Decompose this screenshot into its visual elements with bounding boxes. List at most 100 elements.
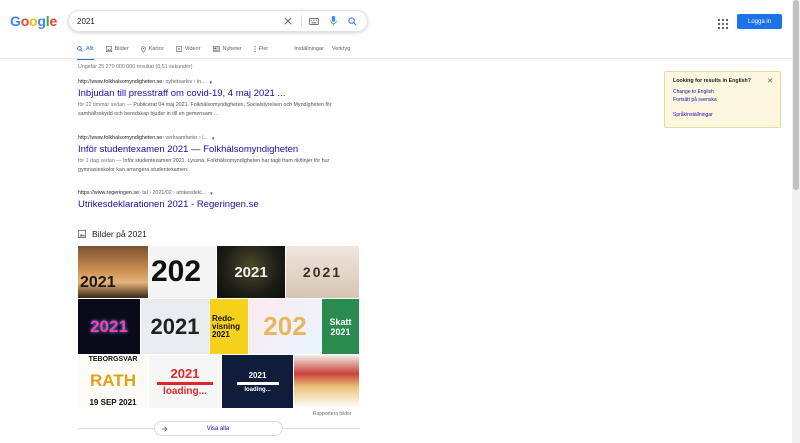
google-logo[interactable]: Google bbox=[10, 13, 57, 29]
image-text: RATH bbox=[90, 370, 136, 390]
image-text: 2021 bbox=[80, 274, 116, 291]
image-text: 2021 bbox=[170, 366, 200, 381]
image-thumbnail[interactable]: 2021 bbox=[286, 246, 359, 298]
image-grid: 2021 202 2021 2021 2021 2021 Redo-visnin… bbox=[78, 246, 359, 408]
keyboard-icon[interactable] bbox=[307, 14, 321, 28]
language-settings-link[interactable]: Språkinställningar bbox=[673, 112, 772, 118]
image-icon bbox=[105, 46, 112, 52]
tab-more[interactable]: Fler bbox=[254, 43, 268, 55]
result-url[interactable]: http://www.folkhalsomyndigheten.se › nyh… bbox=[78, 79, 378, 85]
image-text: Skatt 2021 bbox=[329, 316, 352, 337]
logo-letter: o bbox=[29, 13, 38, 29]
progress-bar bbox=[157, 382, 213, 385]
arrow-right-icon bbox=[161, 425, 168, 432]
image-thumbnail[interactable]: 202 bbox=[249, 299, 321, 354]
logo-letter: e bbox=[49, 13, 58, 29]
close-icon[interactable]: ✕ bbox=[767, 77, 773, 85]
show-all-label: Visa alla bbox=[206, 425, 230, 432]
search-icon[interactable] bbox=[345, 14, 359, 28]
image-thumbnail[interactable]: 2021 bbox=[141, 299, 209, 354]
image-text: 2021 bbox=[90, 316, 128, 336]
tools-label: Verktyg bbox=[331, 46, 351, 52]
search-tabs: Allt Bilder Kartor Videor Nyheter Fler I… bbox=[77, 43, 362, 60]
show-all-button[interactable]: Visa alla bbox=[154, 421, 283, 436]
result-title[interactable]: Inbjudan till presstraff om covid-19, 4 … bbox=[78, 88, 378, 99]
search-results-page: Google Logga in Allt Bilder bbox=[0, 0, 800, 443]
result-url[interactable]: http://www.folkhalsomyndigheten.se › ver… bbox=[78, 135, 378, 141]
image-thumbnail[interactable]: 2021 bbox=[78, 299, 140, 354]
language-suggestion-box: Looking for results in English? ✕ Change… bbox=[664, 71, 781, 128]
tab-news[interactable]: Nyheter bbox=[212, 43, 242, 55]
more-icon bbox=[254, 46, 256, 52]
image-thumbnail[interactable]: 202 bbox=[149, 246, 216, 298]
result-domain: http://www.folkhalsomyndigheten.se bbox=[78, 135, 163, 141]
images-heading-text: Bilder på 2021 bbox=[92, 229, 147, 239]
scrollbar[interactable] bbox=[792, 0, 800, 443]
clear-icon[interactable] bbox=[281, 14, 295, 28]
image-thumbnail[interactable]: 2021 loading... bbox=[149, 355, 221, 408]
result-path: › nyhetsarkiv › in... bbox=[162, 79, 206, 85]
tab-videos[interactable]: Videor bbox=[175, 43, 201, 55]
result-date: för 1 dag sedan — bbox=[78, 158, 124, 164]
caret-down-icon[interactable]: ▼ bbox=[209, 80, 213, 85]
apps-grid-icon[interactable] bbox=[718, 16, 728, 29]
image-thumbnail[interactable] bbox=[294, 355, 359, 408]
image-text: loading... bbox=[244, 386, 271, 393]
search-icon bbox=[77, 46, 83, 52]
image-thumbnail[interactable]: Skatt 2021 bbox=[322, 299, 359, 354]
image-thumbnail[interactable]: Redo-visning 2021 bbox=[210, 299, 248, 354]
login-button[interactable]: Logga in bbox=[737, 14, 782, 29]
result-snippet: för 22 timmar sedan — Publicerat 04 maj … bbox=[78, 101, 358, 118]
caret-down-icon[interactable]: ▼ bbox=[211, 136, 215, 141]
tab-label: Nyheter bbox=[222, 46, 242, 52]
image-text: 2021 bbox=[150, 313, 200, 339]
image-text: 202 bbox=[151, 255, 202, 288]
map-pin-icon bbox=[141, 45, 146, 53]
image-text: 2021 bbox=[234, 263, 268, 281]
image-text: 2021 bbox=[302, 264, 343, 280]
result-url[interactable]: https://www.regeringen.se › tal › 2021/0… bbox=[78, 190, 378, 196]
tab-label: Videor bbox=[184, 46, 201, 52]
change-to-english-link[interactable]: Change to English bbox=[673, 89, 772, 95]
tools-link[interactable]: Verktyg bbox=[332, 43, 350, 55]
image-text: loading... bbox=[163, 386, 207, 397]
image-thumbnail[interactable]: 2021 bbox=[217, 246, 285, 298]
tab-label: Bilder bbox=[114, 46, 129, 52]
tab-maps[interactable]: Kartor bbox=[141, 43, 164, 55]
result-snippet: för 1 dag sedan — Inför studentexamen 20… bbox=[78, 157, 358, 174]
language-question: Looking for results in English? bbox=[673, 78, 751, 84]
logo-letter: g bbox=[37, 13, 46, 29]
image-text: 2021 bbox=[248, 370, 267, 380]
image-icon bbox=[78, 230, 86, 238]
scrollbar-thumb[interactable] bbox=[793, 0, 799, 190]
settings-label: Inställningar bbox=[294, 46, 324, 52]
logo-letter: o bbox=[20, 13, 30, 29]
search-input[interactable] bbox=[77, 16, 276, 26]
result-domain: http://www.folkhalsomyndigheten.se bbox=[78, 79, 163, 85]
image-text: 202 bbox=[263, 311, 307, 341]
result-title[interactable]: Utrikesdeklarationen 2021 - Regeringen.s… bbox=[78, 199, 378, 210]
image-thumbnail[interactable]: TEBORGSVAR RATH 19 SEP 2021 bbox=[78, 355, 148, 408]
news-icon bbox=[212, 46, 220, 52]
tab-images[interactable]: Bilder bbox=[105, 43, 129, 55]
image-thumbnail[interactable]: 2021 bbox=[78, 246, 148, 298]
caret-down-icon[interactable]: ▼ bbox=[209, 191, 213, 196]
result-domain: https://www.regeringen.se bbox=[78, 190, 139, 196]
tab-all[interactable]: Allt bbox=[77, 43, 94, 60]
result-stats: Ungefär 25 270 000 000 resultat (0,51 se… bbox=[78, 64, 193, 70]
tab-label: Kartor bbox=[148, 46, 164, 52]
search-result: http://www.folkhalsomyndigheten.se › ver… bbox=[78, 135, 378, 174]
continue-swedish-link[interactable]: Fortsätt på svenska bbox=[673, 97, 772, 103]
report-images-link[interactable]: Rapportera bilder bbox=[313, 411, 352, 417]
settings-link[interactable]: Inställningar bbox=[294, 43, 324, 55]
search-result: http://www.folkhalsomyndigheten.se › nyh… bbox=[78, 79, 378, 118]
images-heading: Bilder på 2021 bbox=[78, 229, 147, 239]
logo-letter: G bbox=[10, 13, 21, 29]
microphone-icon[interactable] bbox=[326, 14, 340, 28]
image-thumbnail[interactable]: 2021 loading... bbox=[222, 355, 293, 408]
search-box bbox=[68, 10, 368, 32]
image-text: 19 SEP 2021 bbox=[89, 398, 137, 407]
progress-bar bbox=[236, 381, 279, 385]
result-path: › tal › 2021/02 › utrikesdekl... bbox=[138, 190, 207, 196]
result-title[interactable]: Inför studentexamen 2021 — Folkhälsomynd… bbox=[78, 144, 378, 155]
